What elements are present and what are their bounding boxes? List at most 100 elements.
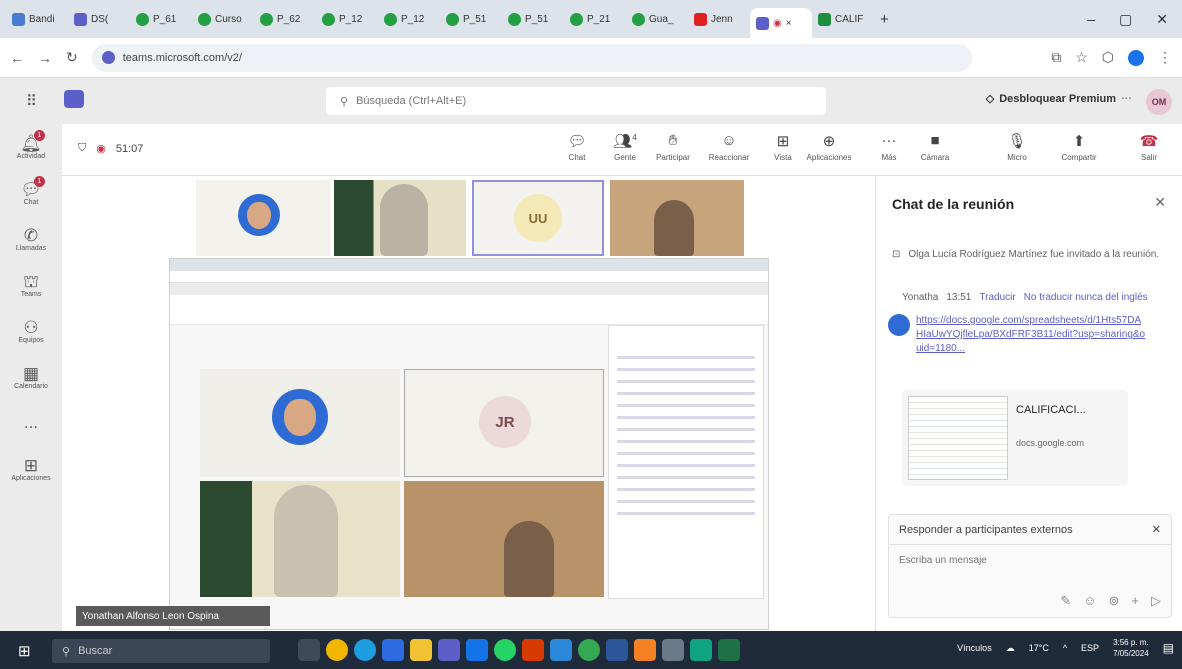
participant-video-tile[interactable] bbox=[334, 180, 466, 256]
bookmark-star-icon[interactable]: ☆ bbox=[1075, 49, 1088, 66]
browser-tab[interactable]: P_51 bbox=[502, 6, 564, 32]
browser-tab[interactable]: P_12 bbox=[378, 6, 440, 32]
raise-hand-button[interactable]: ✋︎ Participar bbox=[652, 132, 694, 162]
explorer-icon[interactable] bbox=[410, 639, 432, 661]
link-preview-card[interactable]: CALIFICACI... docs.google.com bbox=[902, 390, 1128, 486]
meeting-timer: 51:07 bbox=[115, 142, 144, 155]
rail-item-more[interactable]: ... bbox=[0, 400, 62, 446]
restore-icon[interactable]: ▢ bbox=[1119, 11, 1132, 28]
notifications-icon[interactable]: ▤ bbox=[1163, 641, 1174, 655]
rail-item-apps[interactable]: ⊞ Aplicaciones bbox=[0, 446, 62, 492]
taskbar-search[interactable]: ⚲ Buscar bbox=[52, 639, 270, 663]
rail-item-teams[interactable]: ⛫ Teams bbox=[0, 262, 62, 308]
word-icon[interactable] bbox=[606, 639, 628, 661]
close-reply-icon[interactable]: ✕ bbox=[1152, 523, 1161, 536]
camera-button[interactable]: ■ Cámara bbox=[914, 132, 956, 162]
chrome-alt-icon[interactable] bbox=[578, 639, 600, 661]
leave-button[interactable]: ☎ Salir bbox=[1128, 132, 1170, 162]
user-avatar[interactable]: OM bbox=[1146, 89, 1172, 115]
browser-tab[interactable]: Gua_ bbox=[626, 6, 688, 32]
apps-button[interactable]: ⊕ Aplicaciones bbox=[807, 132, 852, 162]
app-launcher-icon[interactable]: ⠿ bbox=[26, 92, 37, 110]
browser-tab[interactable]: P_62 bbox=[254, 6, 316, 32]
minimize-icon[interactable]: – bbox=[1087, 11, 1095, 28]
language-indicator[interactable]: ESP bbox=[1081, 643, 1099, 653]
browser-tab[interactable]: CALIF bbox=[812, 6, 874, 32]
search-input[interactable]: ⚲ Búsqueda (Ctrl+Alt+E) bbox=[326, 87, 826, 115]
store-icon[interactable] bbox=[382, 639, 404, 661]
browser-tab[interactable]: DS( bbox=[68, 6, 130, 32]
attach-plus-icon[interactable]: + bbox=[1131, 593, 1139, 609]
invite-icon: ⊡ bbox=[892, 249, 901, 260]
teams-app-icon[interactable] bbox=[438, 639, 460, 661]
react-button[interactable]: ☺ Reaccionar bbox=[708, 132, 750, 162]
profile-icon[interactable] bbox=[1128, 49, 1144, 66]
translate-link[interactable]: Traducir bbox=[979, 292, 1015, 303]
teams-logo-icon bbox=[64, 90, 84, 108]
photos-icon[interactable] bbox=[550, 639, 572, 661]
task-view-icon[interactable] bbox=[298, 639, 320, 661]
site-info-icon[interactable] bbox=[101, 51, 115, 64]
participant-tile-uu[interactable]: UU bbox=[472, 180, 604, 256]
tray-links-label[interactable]: Vínculos bbox=[957, 643, 992, 653]
rail-item-activity[interactable]: 🔔︎ 1 Actividad bbox=[0, 124, 62, 170]
whatsapp-icon[interactable] bbox=[494, 639, 516, 661]
back-icon[interactable]: ← bbox=[10, 50, 24, 66]
mail-icon[interactable] bbox=[466, 639, 488, 661]
chat-button[interactable]: 💬︎ Chat bbox=[556, 132, 598, 162]
close-tab-icon[interactable]: × bbox=[786, 18, 792, 29]
people-button[interactable]: 👥︎4 Gente bbox=[604, 132, 646, 162]
rail-item-calls[interactable]: ✆ Llamadas bbox=[0, 216, 62, 262]
message-input[interactable]: Escriba un mensaje bbox=[889, 545, 1171, 576]
browser-tab[interactable]: P_51 bbox=[440, 6, 502, 32]
chrome-icon[interactable] bbox=[326, 639, 348, 661]
message-link[interactable]: https://docs.google.com/spreadsheets/d/1… bbox=[916, 314, 1146, 356]
close-window-icon[interactable]: ✕ bbox=[1156, 11, 1168, 28]
more-button[interactable]: ··· Más bbox=[868, 132, 910, 162]
emoji-icon[interactable]: ☺ bbox=[1083, 593, 1096, 609]
send-icon[interactable]: ▷ bbox=[1151, 593, 1161, 609]
browser-tab[interactable]: Jenn bbox=[688, 6, 750, 32]
office-icon[interactable] bbox=[522, 639, 544, 661]
forward-icon[interactable]: → bbox=[38, 50, 52, 66]
settings-icon[interactable] bbox=[662, 639, 684, 661]
browser-tab[interactable]: P_12 bbox=[316, 6, 378, 32]
view-button[interactable]: ⊞ Vista bbox=[762, 132, 804, 162]
shared-person bbox=[274, 485, 338, 597]
rail-item-equipos[interactable]: ⚇ Equipos bbox=[0, 308, 62, 354]
reload-icon[interactable]: ↻ bbox=[66, 49, 78, 66]
excel-icon[interactable] bbox=[718, 639, 740, 661]
participant-video-tile[interactable] bbox=[610, 180, 744, 256]
browser-tab[interactable]: Curso bbox=[192, 6, 254, 32]
browser-menu-icon[interactable]: ⋮ bbox=[1158, 49, 1172, 66]
mic-button[interactable]: 🎙︎ Micro bbox=[996, 132, 1038, 162]
chevron-up-icon[interactable]: ^ bbox=[1063, 643, 1067, 653]
extensions-icon[interactable]: ⬡ bbox=[1102, 49, 1114, 66]
edge-icon[interactable] bbox=[354, 639, 376, 661]
chatgpt-icon[interactable] bbox=[690, 639, 712, 661]
share-button[interactable]: ⬆ Compartir bbox=[1058, 132, 1100, 162]
close-chat-icon[interactable]: ✕ bbox=[1154, 194, 1166, 211]
tab-favicon-icon bbox=[198, 12, 211, 26]
weather-temp[interactable]: 17°C bbox=[1029, 643, 1049, 653]
format-icon[interactable]: ✎ bbox=[1060, 593, 1071, 609]
url-field[interactable]: teams.microsoft.com/v2/ bbox=[91, 43, 972, 72]
rail-item-calendar[interactable]: ▦ Calendario bbox=[0, 354, 62, 400]
loop-icon[interactable]: ⊚ bbox=[1109, 593, 1120, 609]
new-tab-button[interactable]: + bbox=[874, 6, 895, 32]
browser-tab-active[interactable]: ◉ × bbox=[750, 8, 812, 38]
reply-box: Responder a participantes externos ✕ Esc… bbox=[888, 514, 1172, 618]
rail-item-chat[interactable]: 💬︎ 1 Chat bbox=[0, 170, 62, 216]
no-translate-link[interactable]: No traducir nunca del inglés bbox=[1024, 292, 1148, 303]
browser-tab[interactable]: P_61 bbox=[130, 6, 192, 32]
premium-button[interactable]: ◇ Desbloquear Premium ··· bbox=[986, 92, 1132, 106]
participant-tile[interactable] bbox=[196, 180, 330, 256]
taskbar-clock[interactable]: 3:56 p. m. 7/05/2024 bbox=[1113, 637, 1149, 659]
weather-icon: ☁ bbox=[1005, 642, 1015, 653]
browser-tab[interactable]: Bandi bbox=[6, 6, 68, 32]
windows-start-icon[interactable]: ⊞ bbox=[18, 642, 31, 660]
vlc-icon[interactable] bbox=[634, 639, 656, 661]
cast-icon[interactable]: ⧉ bbox=[1051, 49, 1061, 66]
browser-tab[interactable]: P_21 bbox=[564, 6, 626, 32]
more-options-icon[interactable]: ··· bbox=[1121, 93, 1132, 105]
